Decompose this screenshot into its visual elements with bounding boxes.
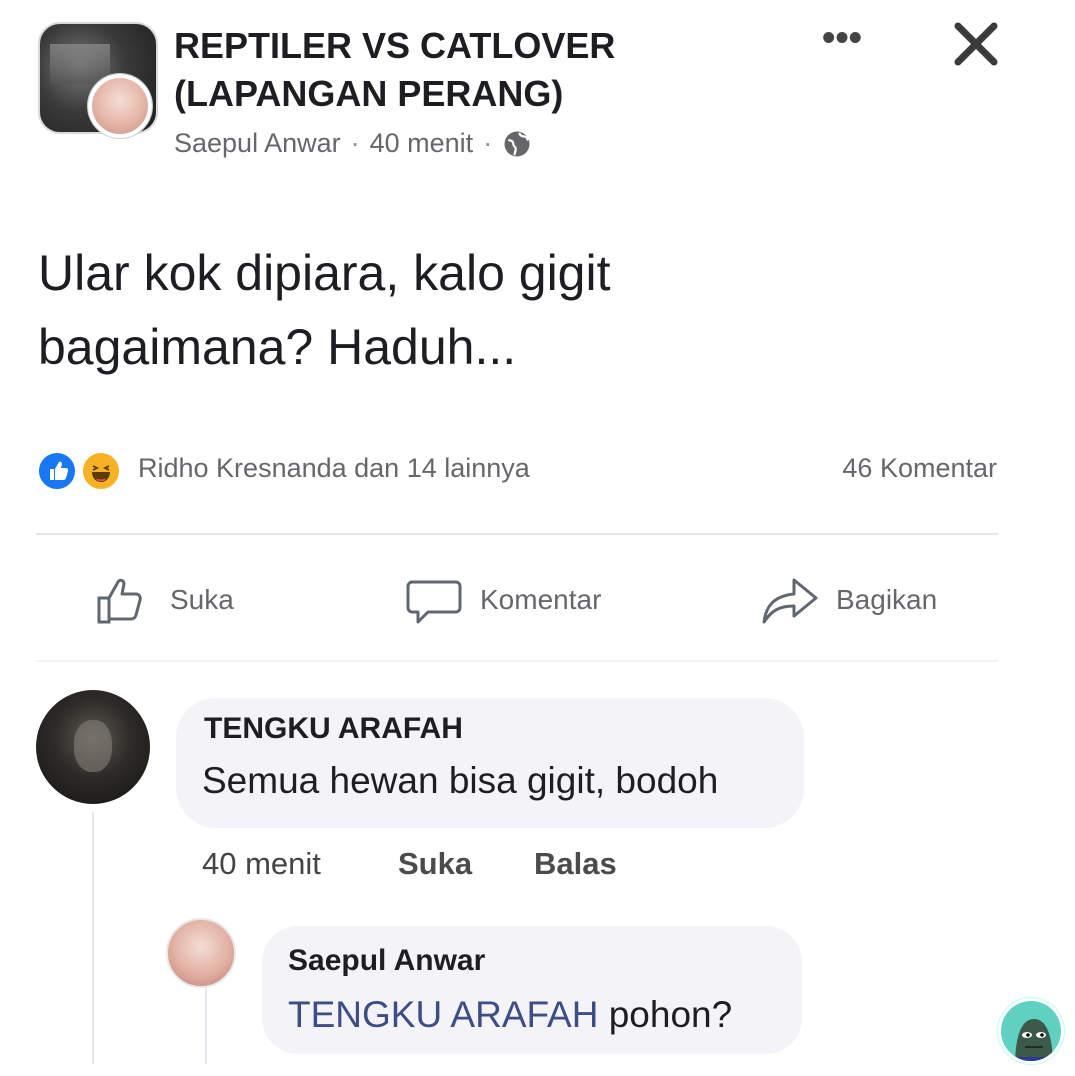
avatar-image	[74, 720, 112, 772]
post-time[interactable]: 40 menit	[370, 128, 474, 159]
like-button-label: Suka	[170, 584, 234, 615]
group-avatar-image	[50, 44, 110, 84]
reaction-icons[interactable]	[36, 450, 132, 492]
author-avatar-small[interactable]	[88, 74, 152, 138]
reply-text: TENGKU ARAFAH pohon?	[288, 994, 732, 1036]
comment-text: Semua hewan bisa gigit, bodoh	[202, 760, 719, 801]
reaction-summary[interactable]: Ridho Kresnanda dan 14 lainnya	[138, 453, 530, 484]
divider	[36, 660, 998, 662]
thread-line	[92, 812, 94, 1064]
thread-line	[205, 978, 207, 1064]
more-options-button[interactable]: •••	[812, 19, 872, 62]
like-reaction-icon	[36, 450, 78, 492]
comment-count[interactable]: 46 Komentar	[842, 453, 997, 484]
watermark-logo	[998, 998, 1064, 1064]
like-button[interactable]: Suka	[94, 568, 234, 632]
meta-separator: ·	[350, 128, 360, 158]
reply-avatar[interactable]	[166, 918, 236, 988]
comment-like-button[interactable]: Suka	[398, 846, 472, 882]
comment-button-label: Komentar	[480, 584, 602, 615]
reply-author[interactable]: Saepul Anwar	[288, 944, 485, 978]
divider	[36, 533, 998, 535]
share-icon	[762, 578, 818, 624]
meta-separator: ·	[483, 128, 493, 158]
post-text: Ular kok dipiara, kalo gigit bagaimana? …	[38, 245, 611, 375]
commenter-avatar[interactable]	[36, 690, 150, 804]
haha-reaction-icon	[80, 450, 122, 492]
group-title[interactable]: REPTILER VS CATLOVER (LAPANGAN PERANG)	[174, 22, 734, 118]
reply-body: pohon?	[598, 994, 733, 1035]
comment-reply-button[interactable]: Balas	[534, 846, 617, 882]
comment-author[interactable]: TENGKU ARAFAH	[204, 712, 463, 746]
author-name[interactable]: Saepul Anwar	[174, 128, 341, 159]
share-button[interactable]: Bagikan	[760, 568, 937, 632]
post-meta: Saepul Anwar · 40 menit ·	[174, 128, 532, 159]
comment-time[interactable]: 40 menit	[202, 846, 321, 882]
comment-button[interactable]: Komentar	[404, 568, 601, 632]
share-button-label: Bagikan	[836, 584, 938, 615]
thumbs-up-icon	[97, 578, 142, 624]
globe-icon	[504, 131, 530, 156]
reply-mention[interactable]: TENGKU ARAFAH	[288, 994, 598, 1035]
close-icon[interactable]	[948, 16, 1004, 72]
comment-icon	[406, 580, 462, 624]
